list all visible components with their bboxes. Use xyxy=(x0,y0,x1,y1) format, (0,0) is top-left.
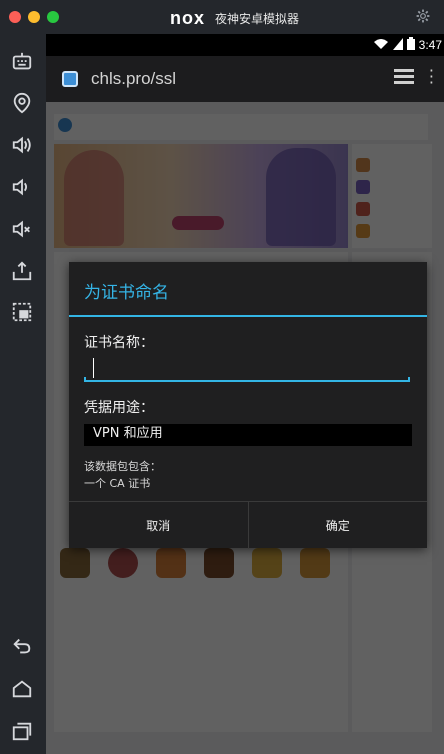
emulator-toolbar xyxy=(0,34,46,754)
tabs-icon[interactable] xyxy=(394,69,414,87)
package-contents-label: 该数据包包含： xyxy=(84,460,161,473)
window-controls xyxy=(9,11,59,23)
android-screen: 3:47 chls.pro/ssl · · · 为证书命名 证书名称： 凭据用途… xyxy=(46,34,444,754)
nox-logo: nox xyxy=(170,8,206,28)
credential-use-select[interactable]: VPN 和应用 xyxy=(84,424,412,446)
status-time: 3:47 xyxy=(418,38,442,52)
wifi-icon xyxy=(373,38,389,53)
window-title: 夜神安卓模拟器 xyxy=(215,12,300,26)
dialog-button-row: 取消 确定 xyxy=(69,501,428,549)
volume-up-icon[interactable] xyxy=(10,133,34,157)
install-apk-icon[interactable] xyxy=(10,259,34,283)
location-icon[interactable] xyxy=(10,91,34,115)
recent-apps-icon[interactable] xyxy=(10,719,34,743)
ok-button[interactable]: 确定 xyxy=(249,502,428,548)
screenshot-icon[interactable] xyxy=(10,300,34,324)
credential-use-label: 凭据用途： xyxy=(84,400,154,416)
title-bar: nox 夜神安卓模拟器 xyxy=(0,0,444,34)
home-icon[interactable] xyxy=(10,677,34,701)
minimize-window-button[interactable] xyxy=(28,11,40,23)
signal-icon xyxy=(392,37,403,53)
input-underline xyxy=(84,377,410,382)
emulator-window: nox 夜神安卓模拟器 3:47 chls.pro/ssl · · · 为证书命… xyxy=(0,0,444,754)
status-bar: 3:47 xyxy=(46,34,444,56)
dialog-title: 为证书命名 xyxy=(84,283,169,303)
more-icon[interactable]: · · · xyxy=(429,63,434,91)
mute-icon[interactable] xyxy=(10,217,34,241)
maximize-window-button[interactable] xyxy=(47,11,59,23)
url-text[interactable]: chls.pro/ssl xyxy=(91,69,176,89)
text-cursor xyxy=(93,358,94,378)
gear-icon[interactable] xyxy=(416,9,430,27)
dialog-title-divider xyxy=(69,315,427,317)
app-brand: nox 夜神安卓模拟器 xyxy=(170,8,299,29)
cancel-button[interactable]: 取消 xyxy=(69,502,248,548)
battery-icon xyxy=(406,37,415,53)
keyboard-icon[interactable] xyxy=(10,50,34,74)
browser-app-bar: chls.pro/ssl · · · xyxy=(46,56,444,102)
app-icon xyxy=(62,71,78,87)
package-contents-value: 一个 CA 证书 xyxy=(84,477,151,490)
volume-down-icon[interactable] xyxy=(10,175,34,199)
back-icon[interactable] xyxy=(10,634,34,658)
certificate-name-dialog: 为证书命名 证书名称： 凭据用途： VPN 和应用 该数据包包含： 一个 CA … xyxy=(69,262,428,549)
certificate-name-label: 证书名称： xyxy=(84,335,154,351)
close-window-button[interactable] xyxy=(9,11,21,23)
